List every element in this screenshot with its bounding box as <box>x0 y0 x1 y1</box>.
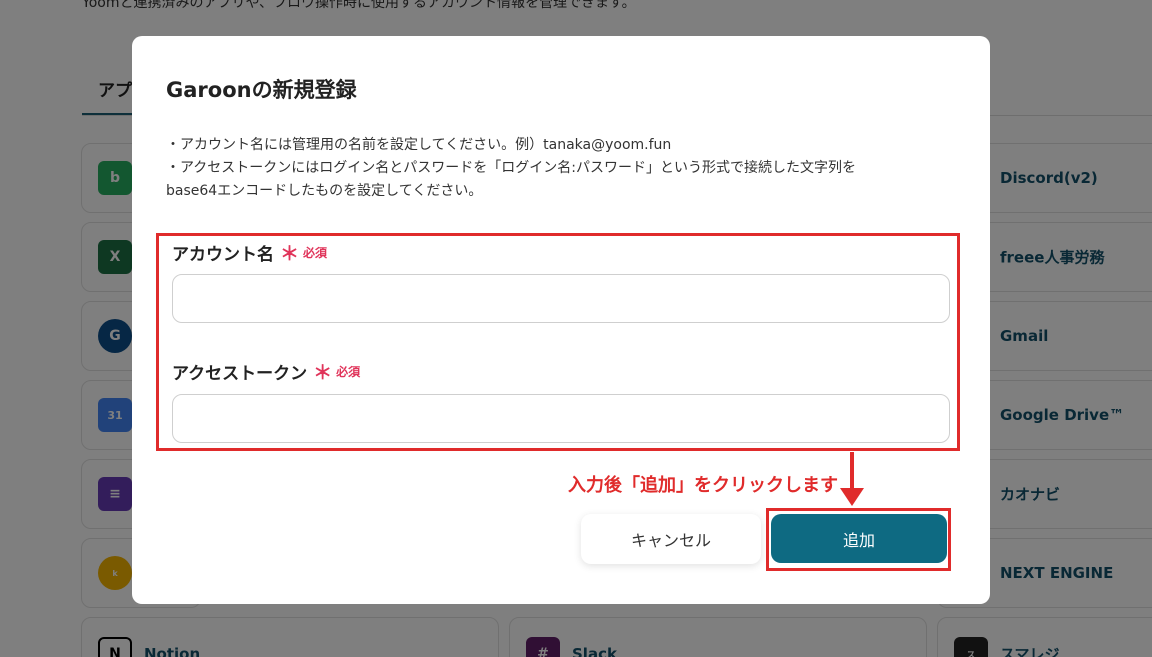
field-label-text: アカウント名 <box>172 245 274 265</box>
account-name-label: アカウント名 ＊ 必須 <box>172 239 327 266</box>
description-line: ・アクセストークンにはログイン名とパスワードを「ログイン名:パスワード」という形… <box>166 160 857 176</box>
description-line: ・アカウント名には管理用の名前を設定してください。例）tanaka@yoom.f… <box>166 137 672 153</box>
required-asterisk-icon: ＊ <box>280 243 300 265</box>
garoon-registration-modal: Garoonの新規登録 ・アカウント名には管理用の名前を設定してください。例）t… <box>132 36 990 604</box>
access-token-input[interactable] <box>172 394 950 443</box>
modal-description: ・アカウント名には管理用の名前を設定してください。例）tanaka@yoom.f… <box>166 134 856 203</box>
modal-title: Garoonの新規登録 <box>166 78 357 102</box>
required-text: 必須 <box>336 365 361 379</box>
required-text: 必須 <box>303 246 328 260</box>
instruction-annotation: 入力後「追加」をクリックします <box>568 475 838 496</box>
arrow-head-icon <box>840 488 864 506</box>
account-name-input[interactable] <box>172 274 950 323</box>
description-line: base64エンコードしたものを設定してください。 <box>166 183 483 199</box>
cancel-button[interactable]: キャンセル <box>581 514 761 564</box>
field-label-text: アクセストークン <box>172 364 308 384</box>
add-button[interactable]: 追加 <box>771 514 947 563</box>
arrow-down-icon <box>850 452 854 490</box>
required-asterisk-icon: ＊ <box>313 362 333 384</box>
access-token-label: アクセストークン ＊ 必須 <box>172 358 360 385</box>
